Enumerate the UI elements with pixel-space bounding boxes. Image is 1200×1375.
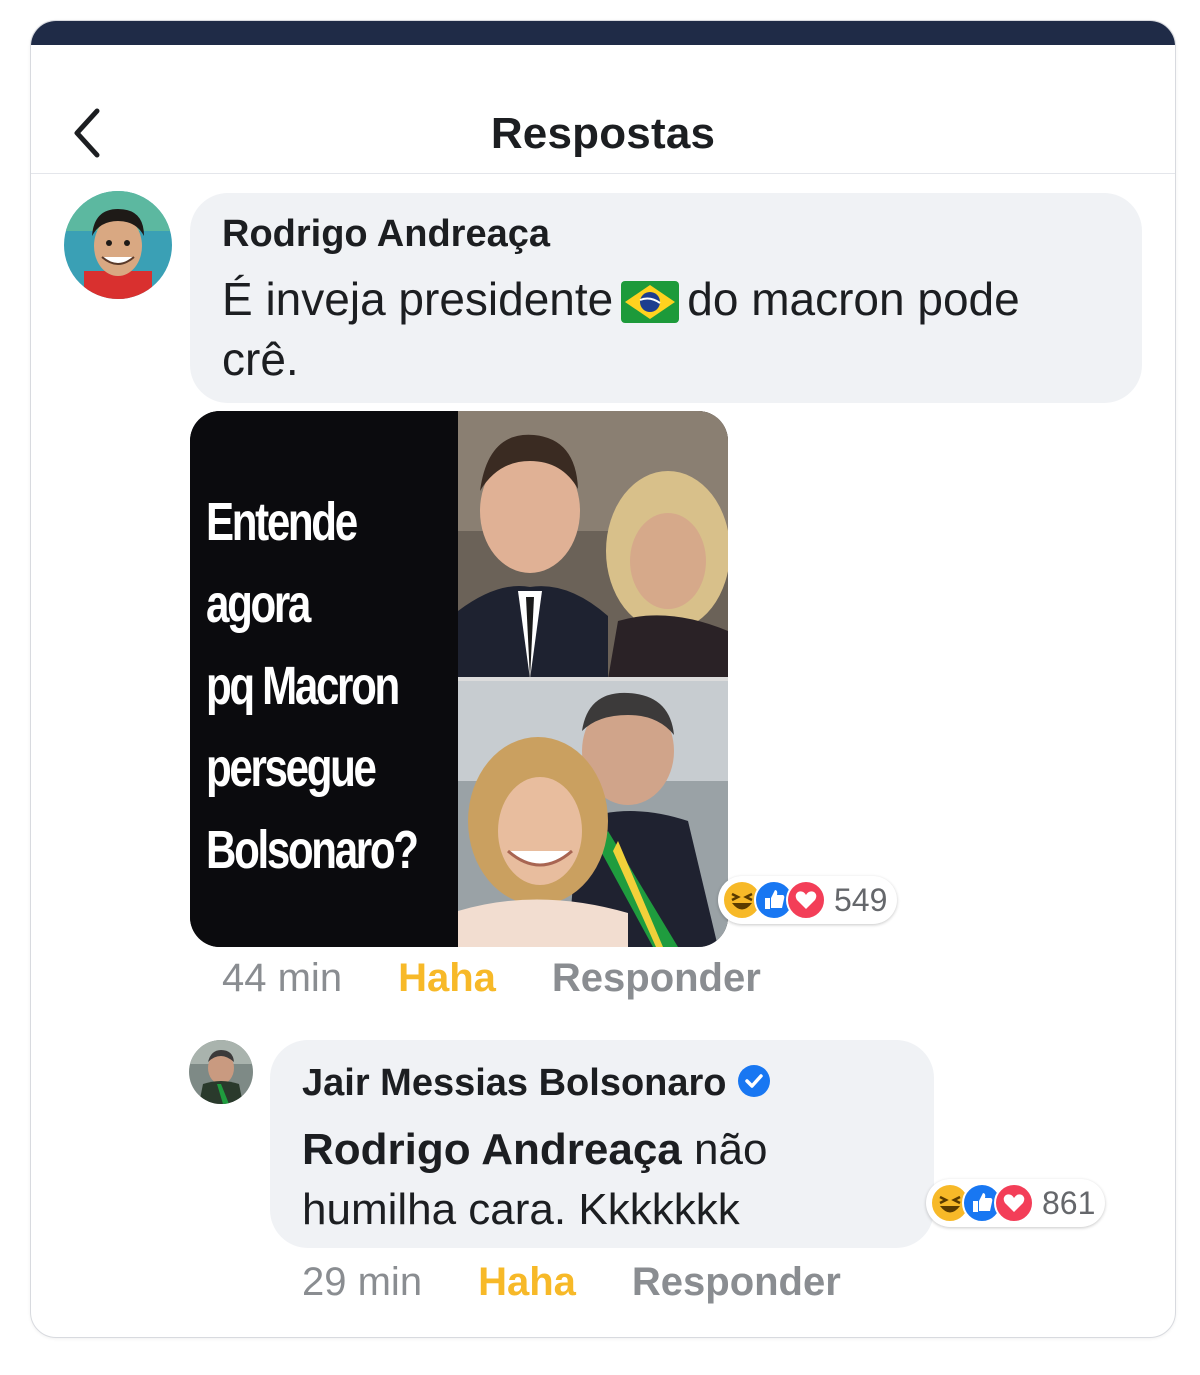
- comment-author-row: Jair Messias Bolsonaro: [302, 1062, 771, 1105]
- comment-bubble-bolsonaro[interactable]: Jair Messias Bolsonaro Rodrigo Andreaça …: [270, 1040, 934, 1248]
- reaction-button[interactable]: Haha: [398, 956, 496, 1001]
- status-bar: [31, 21, 1175, 45]
- comment-text-line2: humilha cara. Kkkkkkk: [302, 1185, 740, 1234]
- meme-line-1: Entende: [206, 492, 358, 552]
- love-reaction-icon: [786, 880, 826, 920]
- reply-button[interactable]: Responder: [632, 1260, 841, 1305]
- meme-line-4: persegue: [206, 738, 377, 798]
- comment-text-part1: É inveja presidente: [222, 273, 614, 325]
- meme-line-2: agora: [206, 574, 311, 634]
- photo-bottom: [458, 681, 728, 947]
- photo-top: [458, 411, 728, 679]
- comment-author[interactable]: Jair Messias Bolsonaro: [302, 1062, 727, 1104]
- reaction-count: 861: [1042, 1184, 1096, 1221]
- comment-text-part1: não: [694, 1125, 768, 1174]
- comment-time: 29 min: [302, 1260, 423, 1304]
- avatar-rodrigo[interactable]: [64, 191, 172, 299]
- comment-text-part2: do macron pode: [687, 273, 1020, 325]
- comment-author[interactable]: Rodrigo Andreaça: [222, 213, 550, 256]
- meme-line-3: pq Macron: [206, 656, 400, 716]
- reaction-button[interactable]: Haha: [478, 1260, 576, 1305]
- header: Respostas: [31, 45, 1175, 174]
- page-title: Respostas: [490, 109, 716, 158]
- mention-link[interactable]: Rodrigo Andreaça: [302, 1125, 682, 1174]
- comment-text: É inveja presidente do macron pode crê.: [222, 269, 1122, 389]
- brazil-flag-icon: [621, 281, 680, 323]
- comment-text-line2: crê.: [222, 333, 299, 385]
- reply-button[interactable]: Responder: [552, 956, 761, 1001]
- comment-bubble-rodrigo[interactable]: Rodrigo Andreaça É inveja presidente do …: [190, 193, 1142, 403]
- comment-time: 44 min: [222, 956, 343, 1000]
- reactions-summary-2[interactable]: 861: [926, 1179, 1106, 1227]
- reactions-summary-1[interactable]: 549: [718, 876, 898, 924]
- meme-text-panel: Entende agora pq Macron persegue Bolsona…: [190, 411, 458, 947]
- love-reaction-icon: [994, 1183, 1034, 1223]
- comment-text: Rodrigo Andreaça não humilha cara. Kkkkk…: [302, 1120, 922, 1240]
- reaction-count: 549: [834, 881, 888, 918]
- comment-actions-1: 44 min Haha Responder: [222, 956, 761, 1001]
- avatar-bolsonaro[interactable]: [189, 1040, 253, 1104]
- comment-actions-2: 29 min Haha Responder: [302, 1260, 841, 1305]
- meme-line-5: Bolsonaro?: [206, 820, 419, 880]
- comment-image[interactable]: Entende agora pq Macron persegue Bolsona…: [190, 411, 728, 947]
- verified-badge-icon: [737, 1065, 770, 1097]
